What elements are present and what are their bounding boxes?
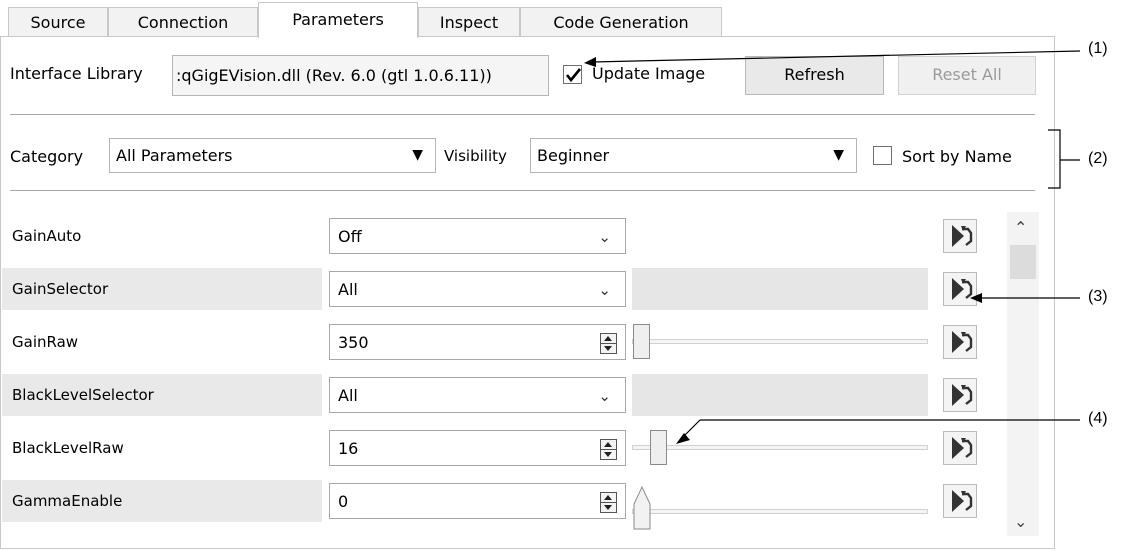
callout-label: (4): [1088, 410, 1108, 427]
callout-label: (3): [1088, 288, 1108, 305]
callout-label: (1): [1088, 40, 1108, 57]
callout-lines: [584, 50, 1081, 444]
callout-label: (2): [1088, 150, 1108, 167]
